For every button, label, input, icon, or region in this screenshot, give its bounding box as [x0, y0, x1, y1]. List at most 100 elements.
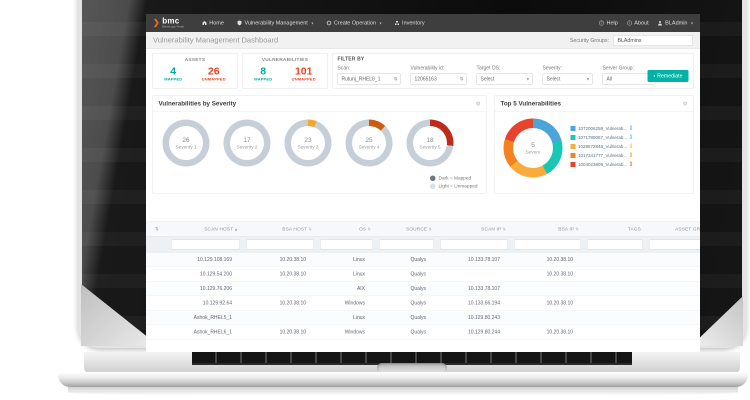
legend-label: 1028672848_Vulnerab...	[578, 144, 627, 149]
mapped-legend-dot	[430, 176, 436, 182]
legend-label: 1072006258_Vulnerab...	[578, 126, 627, 131]
top5-legend-item[interactable]: 1017341777_Vulnerab... 1	[571, 153, 633, 159]
table-row[interactable]: Ashok_RHEL5_1 Linux Qualys 10.129.80.243	[146, 311, 700, 326]
assets-mapped-value: 4	[164, 66, 182, 78]
bmc-logo: ❯ bmc BladeLogic Portal	[153, 17, 184, 28]
severity-2-value: 17	[243, 136, 250, 144]
top5-panel-gear-icon[interactable]: ⚙	[683, 100, 688, 107]
nav-help-label: Help	[606, 20, 617, 26]
legend-count: 1	[630, 144, 633, 150]
assets-mapped-label: MAPPED	[164, 77, 182, 82]
severity-2-label: Severity 2	[236, 145, 257, 151]
top5-donut: 5 Severe	[504, 119, 563, 178]
legend-count: 1	[630, 126, 633, 132]
col-source[interactable]: SOURCE	[376, 226, 437, 232]
info-icon: i	[627, 21, 632, 26]
row-sort-icons[interactable]: ⇅	[146, 226, 168, 232]
scan-label: Scan:	[338, 66, 401, 72]
nav-vm-label: Vulnerability Management	[244, 20, 307, 26]
target-os-select[interactable]: Select	[477, 73, 533, 85]
asset-group-filter-input[interactable]	[649, 239, 700, 249]
table-row[interactable]: Ashok_RHEL6_1 10.20.38.10 Windows Qualys…	[146, 325, 700, 340]
nav-user-menu[interactable]: BLAdmin	[658, 20, 693, 26]
severity-5-donut: 18 Severity 5	[407, 120, 454, 167]
col-os[interactable]: OS	[317, 226, 376, 232]
legend-swatch	[571, 135, 576, 140]
severity-4-label: Severity 4	[358, 145, 379, 151]
severity-3-donut: 23 Severity 3	[285, 120, 332, 167]
severity-2-donut: 17 Severity 2	[224, 120, 271, 167]
vulnerability-dashboard: ❯ bmc BladeLogic Portal Home Vulnerabili…	[146, 14, 700, 352]
legend-swatch	[571, 144, 576, 149]
severity-panel-gear-icon[interactable]: ⚙	[476, 100, 481, 107]
help-icon: ?	[599, 21, 604, 26]
vuln-mapped-label: MAPPED	[254, 77, 272, 82]
security-groups-select[interactable]: BLAdmins	[613, 35, 693, 46]
severity-5-value: 18	[426, 136, 433, 144]
stats-filter-row: ASSETS 4 MAPPED 26 UNMAPPED	[146, 49, 700, 92]
severity-5-label: Severity 5	[419, 145, 440, 151]
severity-select[interactable]: Select	[543, 73, 593, 85]
target-os-label: Target OS:	[477, 66, 533, 72]
shield-icon	[237, 21, 242, 26]
scan-select[interactable]: Rutunj_RHEL6_1	[338, 73, 401, 85]
col-scan-ip[interactable]: SCAN IP	[437, 226, 511, 232]
legend-swatch	[571, 162, 576, 167]
severity-1-label: Severity 1	[175, 145, 196, 151]
table-row[interactable]: 10.129.76.206 AIX Qualys 10.133.78.107	[146, 282, 700, 297]
unmapped-legend-dot	[430, 184, 436, 190]
severity-3-value: 23	[304, 136, 311, 144]
top5-vulnerabilities-panel: Top 5 Vulnerabilities ⚙ 5 Severe	[494, 96, 694, 194]
legend-swatch	[571, 153, 576, 158]
legend-label: 1071789067_Vulnerab...	[578, 135, 627, 140]
top5-legend-item[interactable]: 1072006258_Vulnerab... 1	[571, 126, 633, 132]
nav-inventory[interactable]: Inventory	[395, 20, 425, 26]
severity-1-value: 26	[182, 136, 189, 144]
severity-label: Severity:	[543, 66, 593, 72]
laptop-mockup-scene: ❯ bmc BladeLogic Portal Home Vulnerabili…	[0, 0, 750, 400]
gear-icon	[326, 21, 331, 26]
mapped-legend-label: Dark = Mapped	[439, 176, 472, 182]
laptop-keyboard-deck	[84, 352, 740, 373]
vulnerability-id-select[interactable]: 12065163	[411, 73, 467, 85]
col-tags[interactable]: TAGS	[584, 226, 646, 232]
table-row[interactable]: 10.129.92.64 10.20.38.10 Windows Qualys …	[146, 296, 700, 311]
bsa-ip-filter-input[interactable]	[514, 239, 581, 249]
table-row[interactable]: 10.129.108.169 10.20.38.10 Linux Qualys …	[146, 253, 700, 268]
bmc-logo-text: bmc	[162, 17, 184, 25]
assets-stat-box: ASSETS 4 MAPPED 26 UNMAPPED	[152, 53, 238, 89]
col-scan-host[interactable]: SCAN HOST	[168, 226, 243, 232]
tags-filter-input[interactable]	[587, 239, 643, 249]
user-icon	[658, 21, 663, 26]
nav-help[interactable]: ? Help	[599, 20, 618, 26]
scan-host-filter-input[interactable]	[171, 239, 240, 249]
legend-label: 1017341777_Vulnerab...	[578, 153, 627, 158]
severity-3-label: Severity 3	[297, 145, 318, 151]
scan-ip-filter-input[interactable]	[440, 239, 508, 249]
col-asset-group[interactable]: ASSET GROUP	[646, 226, 700, 232]
nav-home[interactable]: Home	[202, 20, 224, 26]
vulnerability-id-label: Vulnerability id:	[411, 66, 467, 72]
top5-legend-item[interactable]: 1028672848_Vulnerab... 1	[571, 144, 633, 150]
nav-about[interactable]: i About	[627, 20, 649, 26]
source-filter-input[interactable]	[379, 239, 434, 249]
legend-swatch	[571, 126, 576, 131]
top5-legend-item[interactable]: 1071789067_Vulnerab... 1	[571, 135, 633, 141]
nav-create-operation[interactable]: Create Operation	[326, 20, 381, 26]
nav-vulnerability-management[interactable]: Vulnerability Management	[237, 20, 313, 26]
inventory-icon	[395, 21, 400, 26]
top5-center-value: 5	[531, 141, 535, 149]
top5-center-label: Severe	[525, 150, 540, 156]
table-row[interactable]: 10.129.54.200 10.20.38.10 Linux Qualys 1…	[146, 267, 700, 282]
bsa-host-filter-input[interactable]	[246, 239, 314, 249]
laptop-screen: ❯ bmc BladeLogic Portal Home Vulnerabili…	[146, 14, 700, 352]
os-filter-input[interactable]	[320, 239, 373, 249]
col-bsa-ip[interactable]: BSA IP	[511, 226, 584, 232]
remediate-button[interactable]: Remediate	[647, 70, 688, 82]
col-bsa-host[interactable]: BSA HOST	[243, 226, 317, 232]
vuln-mapped-value: 8	[254, 66, 272, 78]
assets-unmapped-label: UNMAPPED	[202, 77, 226, 82]
top5-legend-item[interactable]: 1004023809_Vulnerab... 1	[571, 162, 633, 168]
legend-count: 1	[630, 153, 633, 159]
bmc-logo-subtext: BladeLogic Portal	[162, 26, 184, 29]
